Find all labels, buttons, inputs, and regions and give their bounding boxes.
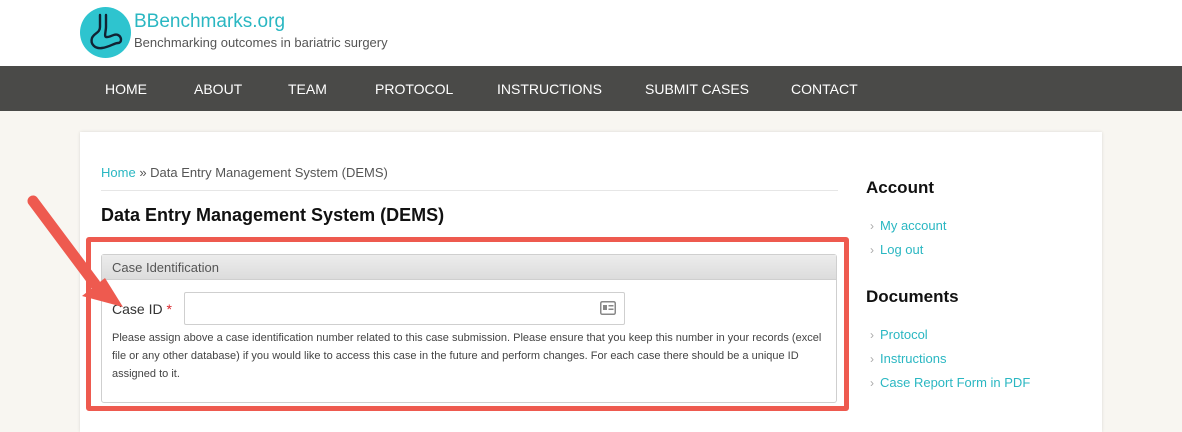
chevron-right-icon: ›	[870, 376, 874, 390]
nav-submit-cases[interactable]: SUBMIT CASES	[645, 81, 749, 97]
chevron-right-icon: ›	[870, 328, 874, 342]
nav-team[interactable]: TEAM	[288, 81, 327, 97]
instructions-link[interactable]: › Instructions	[870, 351, 946, 366]
protocol-link[interactable]: › Protocol	[870, 327, 928, 342]
chevron-right-icon: ›	[870, 219, 874, 233]
nav-protocol[interactable]: PROTOCOL	[375, 81, 453, 97]
breadcrumb-divider	[101, 190, 838, 191]
case-report-form-link[interactable]: › Case Report Form in PDF	[870, 375, 1030, 390]
nav-about[interactable]: ABOUT	[194, 81, 242, 97]
my-account-link[interactable]: › My account	[870, 218, 946, 233]
breadcrumb-current: Data Entry Management System (DEMS)	[150, 165, 388, 180]
my-account-label: My account	[880, 218, 947, 233]
case-report-form-label: Case Report Form in PDF	[880, 375, 1031, 390]
highlight-box	[86, 237, 849, 411]
log-out-link[interactable]: › Log out	[870, 242, 923, 257]
nav-contact[interactable]: CONTACT	[791, 81, 858, 97]
documents-heading: Documents	[866, 287, 959, 306]
protocol-label: Protocol	[880, 327, 928, 342]
instructions-label: Instructions	[880, 351, 947, 366]
chevron-right-icon: ›	[870, 352, 874, 366]
log-out-label: Log out	[880, 242, 924, 257]
chevron-right-icon: ›	[870, 243, 874, 257]
account-heading: Account	[866, 178, 934, 197]
red-arrow-icon	[27, 195, 123, 307]
nav-instructions[interactable]: INSTRUCTIONS	[497, 81, 602, 97]
